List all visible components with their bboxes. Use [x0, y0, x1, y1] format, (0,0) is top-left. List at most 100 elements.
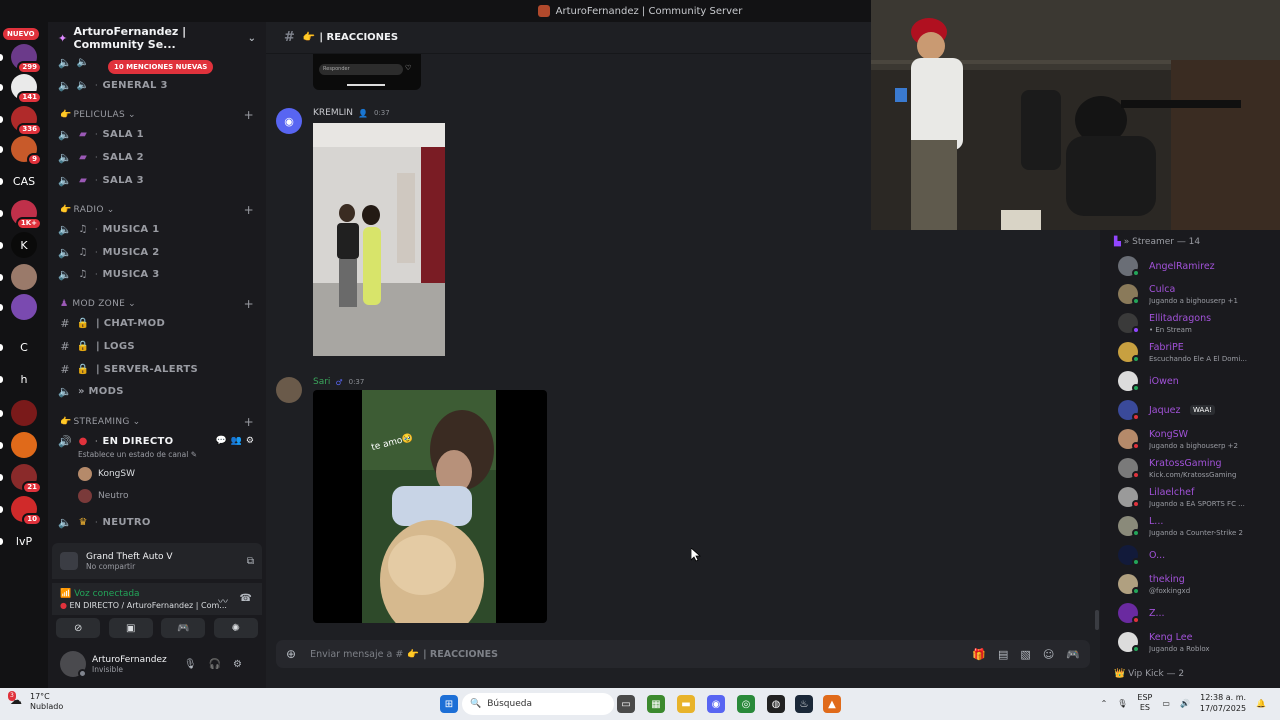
member-item[interactable]: KratossGaming Kick.com/KratossGaming: [1118, 456, 1278, 482]
server-icon[interactable]: 9: [11, 136, 42, 166]
sticker-icon[interactable]: ▧: [1020, 648, 1030, 661]
add-attachment-icon[interactable]: ⊕: [286, 647, 296, 661]
voice-user-kongsw[interactable]: KongSW: [78, 464, 135, 484]
server-icon[interactable]: 336: [11, 106, 42, 136]
avatar[interactable]: [60, 651, 87, 678]
apps-icon[interactable]: 🎮: [1066, 648, 1080, 661]
chrome-icon[interactable]: ◎: [737, 695, 755, 713]
category-streaming[interactable]: 👉 STREAMING ⌄ +: [48, 413, 266, 431]
server-icon[interactable]: 10: [11, 496, 42, 526]
member-item[interactable]: Jaquez WAA!: [1118, 398, 1278, 424]
member-item[interactable]: Culca Jugando a bighouserp +1: [1118, 282, 1278, 308]
member-item[interactable]: theking @foxkingxd: [1118, 572, 1278, 598]
app-icon[interactable]: ▲: [823, 695, 841, 713]
chevron-up-icon[interactable]: ⌃: [1101, 699, 1108, 708]
network-icon[interactable]: ▭: [1162, 699, 1170, 708]
server-icon[interactable]: C: [11, 334, 37, 360]
new-mentions-pill[interactable]: 10 MENCIONES NUEVAS: [108, 60, 214, 74]
video-attachment[interactable]: te amo🥹: [313, 390, 547, 623]
user-controls[interactable]: 🎙🎧⚙: [184, 659, 254, 670]
emoji-icon[interactable]: ☺: [1043, 648, 1054, 661]
server-icon[interactable]: [11, 264, 37, 290]
category-radio[interactable]: 👉 RADIO ⌄ +: [48, 201, 266, 219]
member-item[interactable]: FabriPE Escuchando Ele A El Domi...: [1118, 340, 1278, 366]
avatar[interactable]: ◉: [276, 108, 302, 134]
activities-button[interactable]: 🎮: [161, 618, 206, 638]
member-item[interactable]: Lilaelchef Jugando a EA SPORTS FC ...: [1118, 485, 1278, 511]
server-icon[interactable]: lvP: [11, 528, 37, 554]
image-attachment[interactable]: Responder ♡: [313, 54, 421, 90]
channel-en-directo[interactable]: 🔊 ● · EN DIRECTO 💬👥⚙: [48, 431, 266, 451]
noise-suppression-icon[interactable]: 〰: [218, 593, 228, 608]
language-indicator[interactable]: ESP ES: [1137, 693, 1152, 713]
member-item[interactable]: Ellitadragons • En Stream: [1118, 311, 1278, 337]
channel-general-3[interactable]: 🔈 🔈 · GENERAL 3: [48, 75, 266, 95]
image-attachment[interactable]: [313, 123, 445, 356]
channel-musica-3[interactable]: 🔈 ♫ · MUSICA 3: [48, 264, 266, 284]
author-name[interactable]: Sari: [313, 377, 330, 387]
screen-share-icon[interactable]: ⧉: [247, 556, 254, 567]
category-mod-zone[interactable]: ♟ MOD ZONE ⌄ +: [48, 295, 266, 313]
channel-server-alerts[interactable]: # 🔒 | SERVER-ALERTS: [48, 359, 266, 379]
clock[interactable]: 12:38 a. m. 17/07/2025: [1200, 692, 1246, 714]
channel-actions[interactable]: 💬👥⚙: [216, 436, 258, 446]
soundboard-button[interactable]: ✺: [213, 618, 258, 638]
channel-musica-1[interactable]: 🔈 ♫ · MUSICA 1: [48, 219, 266, 239]
voice-user-neutro[interactable]: Neutro: [78, 486, 129, 506]
channel-status-hint[interactable]: Establece un estado de canal ✎: [78, 450, 197, 459]
member-item[interactable]: iOwen: [1118, 369, 1278, 395]
server-header[interactable]: ✦ ArturoFernandez | Community Se... ⌄: [48, 22, 266, 54]
member-item[interactable]: Keng Lee Jugando a Roblox: [1118, 630, 1278, 656]
server-icon[interactable]: 141: [11, 74, 42, 104]
channel-neutro[interactable]: 🔈 ♛ · NEUTRO: [48, 512, 266, 532]
task-view-icon[interactable]: ▭: [617, 695, 635, 713]
channel-mods[interactable]: 🔈 » MODS: [48, 381, 266, 401]
member-item[interactable]: L... Jugando a Counter-Strike 2: [1118, 514, 1278, 540]
channel-sala-3[interactable]: 🔈 ▰ · SALA 3: [48, 170, 266, 190]
server-icon[interactable]: 299: [11, 44, 42, 74]
server-icon[interactable]: [11, 432, 37, 458]
weather-widget[interactable]: 3 ☁ 17°C Nublado: [8, 691, 63, 712]
disconnect-icon[interactable]: ☎: [240, 593, 252, 604]
channel-logs[interactable]: # 🔒 | LOGS: [48, 336, 266, 356]
message-composer[interactable]: ⊕ Enviar mensaje a # 👉 | REACCIONES 🎁 ▤ …: [276, 640, 1090, 668]
screen-share-button[interactable]: ▣: [108, 618, 153, 638]
server-icon[interactable]: 1K+: [11, 200, 42, 230]
member-item[interactable]: O...: [1118, 543, 1278, 569]
server-icon[interactable]: K: [11, 232, 37, 258]
gift-icon[interactable]: 🎁: [972, 648, 986, 661]
category-peliculas[interactable]: 👉 PELICULAS ⌄ +: [48, 106, 266, 124]
channel-musica-2[interactable]: 🔈 ♫ · MUSICA 2: [48, 242, 266, 262]
add-channel-icon[interactable]: +: [244, 203, 254, 217]
member-item[interactable]: AngelRamirez: [1118, 254, 1278, 280]
steam-icon[interactable]: ♨: [795, 695, 813, 713]
server-icon[interactable]: [11, 294, 37, 320]
channel-sala-1[interactable]: 🔈 ▰ · SALA 1: [48, 124, 266, 144]
volume-icon[interactable]: 🔊: [1180, 699, 1190, 708]
gif-icon[interactable]: ▤: [998, 648, 1008, 661]
notification-icon[interactable]: 🔔: [1256, 699, 1266, 708]
author-name[interactable]: KREMLIN: [313, 108, 353, 118]
avatar[interactable]: [276, 377, 302, 403]
minecraft-icon[interactable]: ▦: [647, 695, 665, 713]
chat-scrollbar[interactable]: [1095, 610, 1099, 630]
activity-panel[interactable]: Grand Theft Auto V No compartir ⧉: [52, 543, 262, 579]
server-icon[interactable]: h: [11, 366, 37, 392]
camera-off-button[interactable]: ⊘: [56, 618, 101, 638]
add-channel-icon[interactable]: +: [244, 415, 254, 429]
server-icon[interactable]: 21: [11, 464, 42, 494]
channel-chat-mod[interactable]: # 🔒 | CHAT-MOD: [48, 313, 266, 333]
channel-sala-2[interactable]: 🔈 ▰ · SALA 2: [48, 147, 266, 167]
discord-icon[interactable]: ◉: [707, 695, 725, 713]
server-icon[interactable]: CAS: [11, 168, 37, 194]
microphone-icon[interactable]: 🎙: [1117, 699, 1127, 708]
member-item[interactable]: Z...: [1118, 601, 1278, 627]
obs-icon[interactable]: ◍: [767, 695, 785, 713]
taskbar-search[interactable]: 🔍 Búsqueda: [462, 693, 614, 715]
add-channel-icon[interactable]: +: [244, 108, 254, 122]
add-channel-icon[interactable]: +: [244, 297, 254, 311]
member-item[interactable]: KongSW Jugando a bighouserp +2: [1118, 427, 1278, 453]
server-icon[interactable]: [11, 400, 37, 426]
file-explorer-icon[interactable]: ▬: [677, 695, 695, 713]
windows-start-icon[interactable]: ⊞: [440, 695, 458, 713]
